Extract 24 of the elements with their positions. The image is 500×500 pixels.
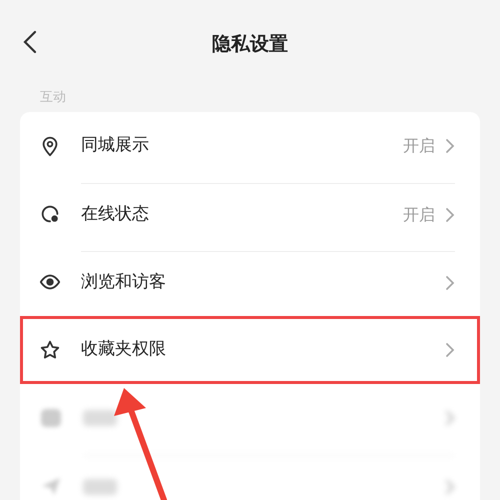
row-label: 浏览和访客 <box>81 270 167 294</box>
page-title: 隐私设置 <box>212 32 288 57</box>
chevron-right-icon <box>445 342 455 358</box>
chevron-right-icon <box>445 410 455 426</box>
blurred-label <box>83 478 117 494</box>
row-value: 开启 <box>403 204 435 226</box>
star-icon <box>39 339 61 361</box>
chevron-right-icon <box>445 478 455 494</box>
settings-row[interactable]: 收藏夹权限 <box>20 316 480 384</box>
status-icon <box>39 203 61 225</box>
blurred-icon <box>39 406 63 430</box>
row-label: 同城展示 <box>81 134 150 158</box>
back-icon[interactable] <box>22 30 38 54</box>
chevron-right-icon <box>445 138 455 154</box>
blurred-label <box>83 410 117 426</box>
row-label: 在线状态 <box>81 202 150 226</box>
chevron-right-icon <box>445 206 455 222</box>
section-label: 互动 <box>40 89 66 108</box>
row-value: 开启 <box>403 135 435 157</box>
settings-row[interactable]: 浏览和访客 <box>20 248 480 316</box>
chevron-right-icon <box>445 274 455 290</box>
settings-row[interactable]: 在线状态 开启 <box>20 180 480 248</box>
row-label: 收藏夹权限 <box>81 338 167 362</box>
settings-row[interactable]: 同城展示 开启 <box>20 112 480 180</box>
